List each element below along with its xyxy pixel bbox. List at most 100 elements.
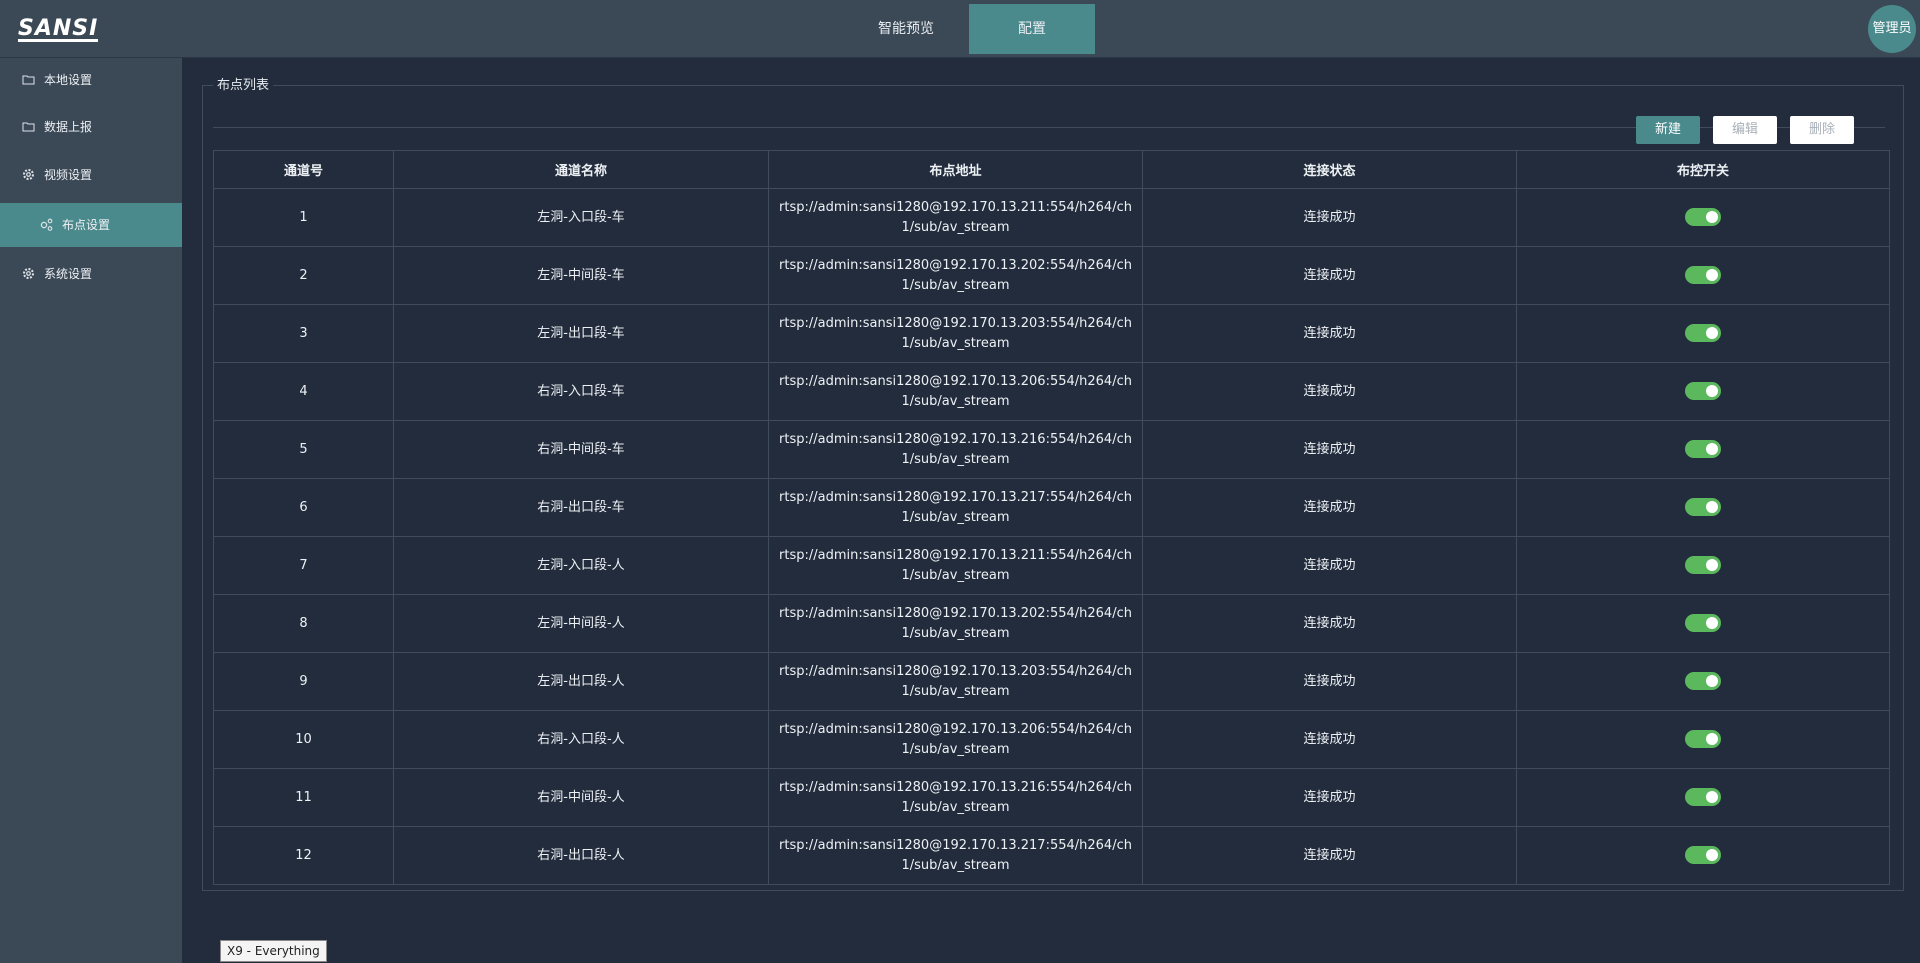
column-header-status[interactable]: 连接状态	[1142, 150, 1517, 189]
tab-smart-preview[interactable]: 智能预览	[843, 4, 969, 54]
toggle-knob	[1706, 733, 1718, 745]
table-row[interactable]: 3 左洞-出口段-车 rtsp://admin:sansi1280@192.170.…	[213, 304, 1890, 363]
cell-channel-no: 12	[213, 826, 394, 885]
cell-status: 连接成功	[1142, 188, 1517, 247]
toggle-knob	[1706, 211, 1718, 223]
edit-button[interactable]: 编辑	[1713, 116, 1777, 144]
toggle-knob	[1706, 559, 1718, 571]
cell-status: 连接成功	[1142, 478, 1517, 537]
table-row[interactable]: 5 右洞-中间段-车 rtsp://admin:sansi1280@192.170.…	[213, 420, 1890, 479]
control-toggle[interactable]	[1685, 788, 1721, 806]
table-row[interactable]: 11 右洞-中间段-人 rtsp://admin:sansi1280@192.170…	[213, 768, 1890, 827]
cell-address: rtsp://admin:sansi1280@192.170.13.206:55…	[768, 362, 1143, 421]
sidebar-item-point-settings[interactable]: 布点设置	[0, 203, 182, 247]
nodes-icon	[40, 218, 53, 231]
sidebar-item-label: 系统设置	[44, 267, 93, 281]
sidebar-item-data-report[interactable]: 数据上报	[0, 105, 182, 149]
cell-channel-no: 6	[213, 478, 394, 537]
table-row[interactable]: 10 右洞-入口段-人 rtsp://admin:sansi1280@192.170…	[213, 710, 1890, 769]
cell-channel-name: 左洞-入口段-车	[393, 188, 769, 247]
sidebar-item-label: 本地设置	[44, 73, 93, 87]
table-row[interactable]: 12 右洞-出口段-人 rtsp://admin:sansi1280@192.170…	[213, 826, 1890, 885]
cell-address: rtsp://admin:sansi1280@192.170.13.216:55…	[768, 420, 1143, 479]
table-row[interactable]: 4 右洞-入口段-车 rtsp://admin:sansi1280@192.170.…	[213, 362, 1890, 421]
column-header-channel-no[interactable]: 通道号	[213, 150, 394, 189]
cell-control-switch	[1516, 768, 1890, 827]
cell-control-switch	[1516, 246, 1890, 305]
point-list-panel: 布点列表 新建 编辑 删除 通道号 通道名称 布点地址 连接状态 布控开关 1左…	[202, 77, 1904, 891]
cell-control-switch	[1516, 826, 1890, 885]
sidebar-item-local-settings[interactable]: 本地设置	[0, 58, 182, 102]
control-toggle[interactable]	[1685, 440, 1721, 458]
toggle-knob	[1706, 501, 1718, 513]
cell-channel-no: 5	[213, 420, 394, 479]
taskbar-tooltip: X9 - Everything	[220, 940, 327, 962]
sidebar: 本地设置 数据上报 视频设置 布点设置 系统设置	[0, 58, 182, 963]
control-toggle[interactable]	[1685, 208, 1721, 226]
folder-icon	[22, 122, 35, 132]
control-toggle[interactable]	[1685, 382, 1721, 400]
cell-status: 连接成功	[1142, 594, 1517, 653]
cell-control-switch	[1516, 362, 1890, 421]
tab-config[interactable]: 配置	[969, 4, 1095, 54]
sidebar-item-system-settings[interactable]: 系统设置	[0, 252, 182, 296]
gear-icon	[23, 268, 34, 279]
cell-channel-name: 右洞-出口段-车	[393, 478, 769, 537]
sidebar-item-video-settings[interactable]: 视频设置	[0, 153, 182, 197]
table-row[interactable]: 6 右洞-出口段-车 rtsp://admin:sansi1280@192.170.…	[213, 478, 1890, 537]
cell-address: rtsp://admin:sansi1280@192.170.13.202:55…	[768, 594, 1143, 653]
delete-button[interactable]: 删除	[1790, 116, 1854, 144]
toggle-knob	[1706, 385, 1718, 397]
cell-status: 连接成功	[1142, 246, 1517, 305]
folder-icon	[22, 75, 35, 85]
table-row[interactable]: 9 左洞-出口段-人 rtsp://admin:sansi1280@192.170.…	[213, 652, 1890, 711]
cell-address: rtsp://admin:sansi1280@192.170.13.216:55…	[768, 768, 1143, 827]
panel-title: 布点列表	[213, 77, 274, 95]
logo: SANSI	[18, 16, 99, 42]
control-toggle[interactable]	[1685, 672, 1721, 690]
cell-address: rtsp://admin:sansi1280@192.170.13.203:55…	[768, 304, 1143, 363]
cell-channel-no: 1	[213, 188, 394, 247]
toggle-knob	[1706, 327, 1718, 339]
cell-channel-no: 4	[213, 362, 394, 421]
point-table: 通道号 通道名称 布点地址 连接状态 布控开关 1 左洞-入口段-车 rtsp://…	[213, 150, 1890, 885]
control-toggle[interactable]	[1685, 846, 1721, 864]
control-toggle[interactable]	[1685, 324, 1721, 342]
column-header-control-switch[interactable]: 布控开关	[1516, 150, 1890, 189]
top-bar: SANSI 智能预览 配置 管理员	[0, 0, 1920, 58]
cell-channel-no: 10	[213, 710, 394, 769]
control-toggle[interactable]	[1685, 730, 1721, 748]
cell-address: rtsp://admin:sansi1280@192.170.13.206:55…	[768, 710, 1143, 769]
table-row[interactable]: 2 左洞-中间段-车 rtsp://admin:sansi1280@192.170.…	[213, 246, 1890, 305]
table-row[interactable]: 1 左洞-入口段-车 rtsp://admin:sansi1280@192.170.…	[213, 188, 1890, 247]
table-header-row: 通道号 通道名称 布点地址 连接状态 布控开关	[213, 150, 1890, 189]
toggle-knob	[1706, 849, 1718, 861]
cell-channel-name: 右洞-出口段-人	[393, 826, 769, 885]
control-toggle[interactable]	[1685, 614, 1721, 632]
table-row[interactable]: 8 左洞-中间段-人 rtsp://admin:sansi1280@192.170.…	[213, 594, 1890, 653]
cell-control-switch	[1516, 420, 1890, 479]
column-header-channel-name[interactable]: 通道名称	[393, 150, 769, 189]
sidebar-item-label: 数据上报	[44, 120, 93, 134]
cell-control-switch	[1516, 652, 1890, 711]
cell-address: rtsp://admin:sansi1280@192.170.13.217:55…	[768, 826, 1143, 885]
cell-channel-no: 7	[213, 536, 394, 595]
toggle-knob	[1706, 617, 1718, 629]
column-header-address[interactable]: 布点地址	[768, 150, 1143, 189]
control-toggle[interactable]	[1685, 556, 1721, 574]
cell-channel-name: 左洞-出口段-人	[393, 652, 769, 711]
control-toggle[interactable]	[1685, 266, 1721, 284]
cell-channel-no: 11	[213, 768, 394, 827]
new-button[interactable]: 新建	[1636, 116, 1700, 144]
control-toggle[interactable]	[1685, 498, 1721, 516]
cell-channel-name: 右洞-中间段-人	[393, 768, 769, 827]
cell-control-switch	[1516, 478, 1890, 537]
sidebar-item-label: 布点设置	[62, 218, 111, 232]
cell-channel-name: 左洞-中间段-车	[393, 246, 769, 305]
cell-status: 连接成功	[1142, 536, 1517, 595]
cell-control-switch	[1516, 594, 1890, 653]
user-avatar[interactable]: 管理员	[1868, 5, 1916, 53]
gear-icon	[23, 169, 34, 180]
cell-status: 连接成功	[1142, 304, 1517, 363]
table-row[interactable]: 7 左洞-入口段-人 rtsp://admin:sansi1280@192.170.…	[213, 536, 1890, 595]
